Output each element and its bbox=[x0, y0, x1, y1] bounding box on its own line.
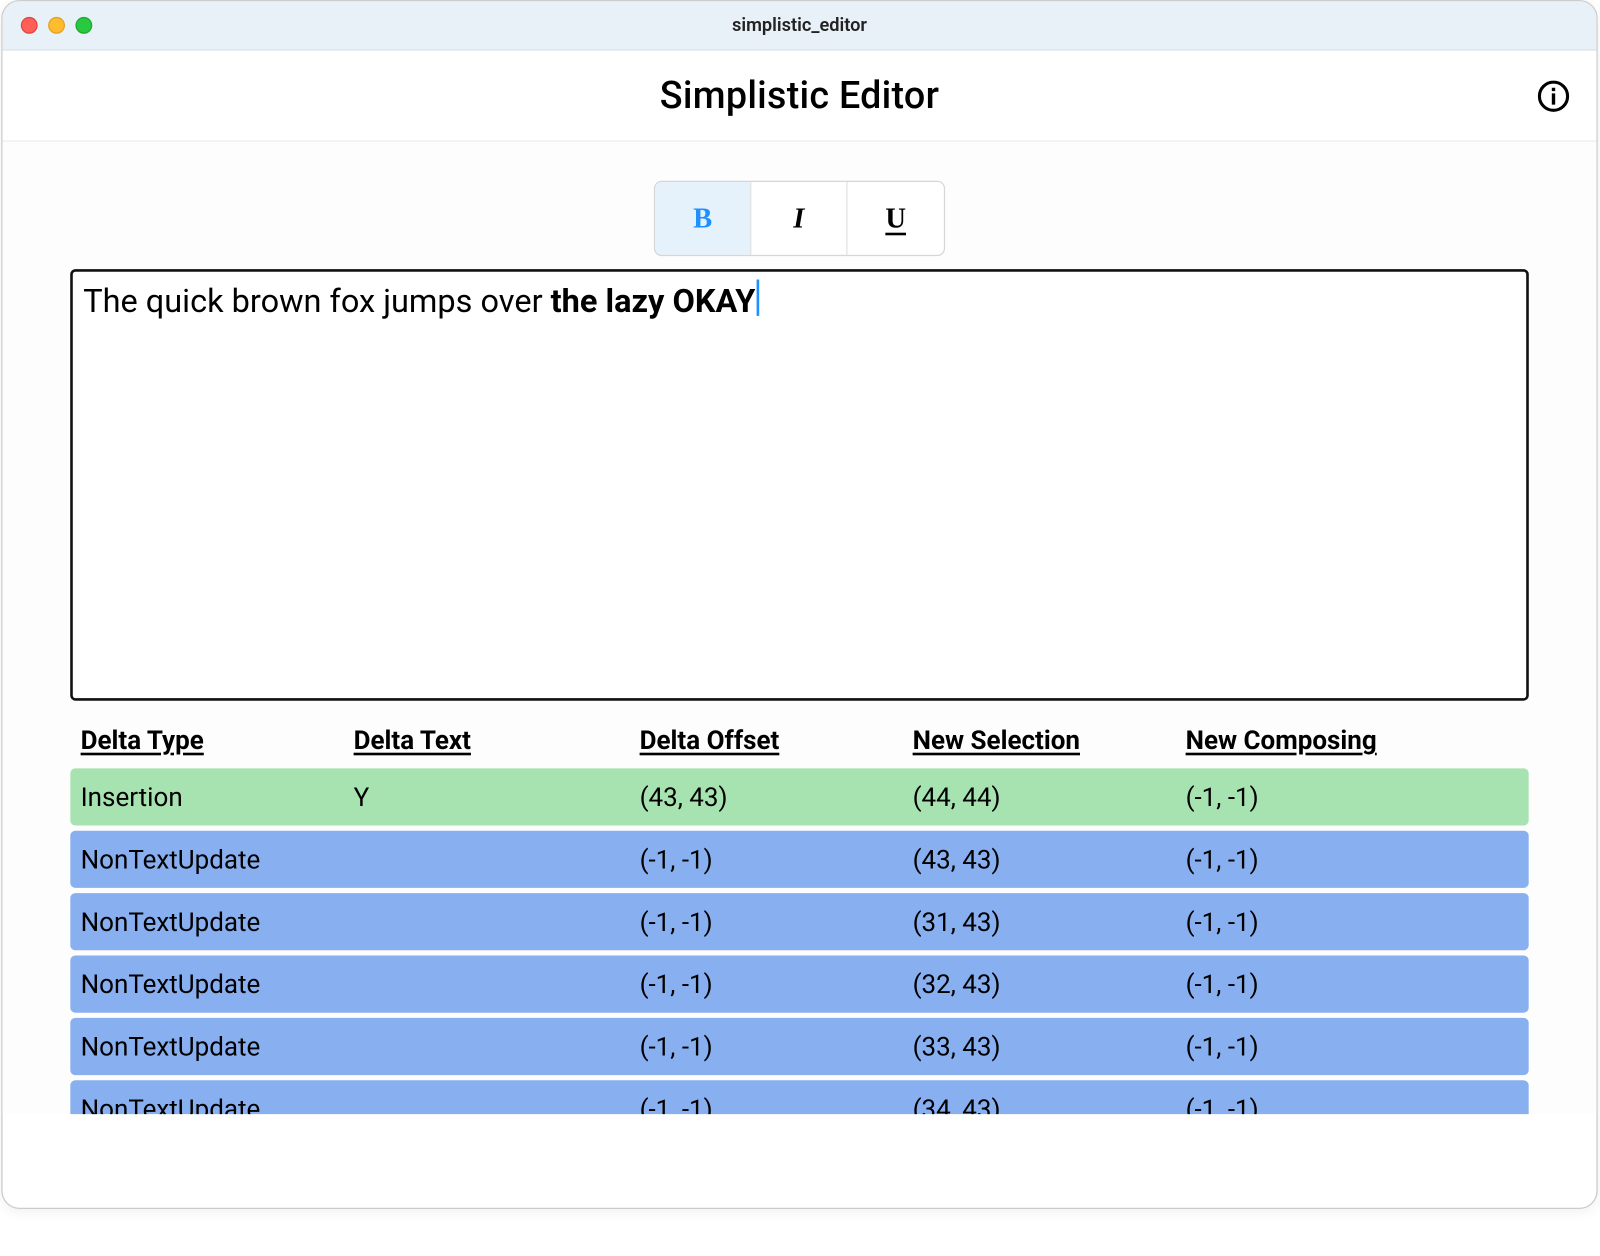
cell-delta-offset: (-1, -1) bbox=[640, 906, 913, 937]
cell-delta-text: Y bbox=[354, 781, 640, 812]
cell-new-composing: (-1, -1) bbox=[1186, 781, 1519, 812]
cell-delta-type: NonTextUpdate bbox=[81, 968, 354, 999]
table-row: NonTextUpdate (-1, -1)(32, 43)(-1, -1) bbox=[70, 955, 1529, 1012]
table-row: InsertionY(43, 43)(44, 44)(-1, -1) bbox=[70, 768, 1529, 825]
cell-new-composing: (-1, -1) bbox=[1186, 1093, 1519, 1114]
underline-button[interactable]: U bbox=[848, 182, 944, 255]
cell-new-composing: (-1, -1) bbox=[1186, 1031, 1519, 1062]
text-caret bbox=[757, 280, 760, 316]
app-header: Simplistic Editor bbox=[3, 51, 1597, 142]
cell-delta-type: NonTextUpdate bbox=[81, 1031, 354, 1062]
content-area: B I U The quick brown fox jumps over the… bbox=[3, 142, 1597, 1114]
cell-delta-text bbox=[354, 968, 640, 999]
info-button[interactable] bbox=[1534, 76, 1573, 115]
italic-icon: I bbox=[793, 202, 804, 236]
cell-delta-offset: (-1, -1) bbox=[640, 1031, 913, 1062]
cell-delta-text bbox=[354, 1093, 640, 1114]
cell-new-selection: (43, 43) bbox=[913, 844, 1186, 875]
header-new-selection: New Selection bbox=[913, 724, 1186, 755]
cell-new-selection: (33, 43) bbox=[913, 1031, 1186, 1062]
table-row: NonTextUpdate (-1, -1)(33, 43)(-1, -1) bbox=[70, 1018, 1529, 1075]
cell-new-selection: (34, 43) bbox=[913, 1093, 1186, 1114]
italic-button[interactable]: I bbox=[751, 182, 847, 255]
zoom-icon[interactable] bbox=[75, 17, 92, 34]
cell-new-composing: (-1, -1) bbox=[1186, 906, 1519, 937]
table-row: NonTextUpdate (-1, -1)(31, 43)(-1, -1) bbox=[70, 893, 1529, 950]
formatting-toolbar: B I U bbox=[70, 181, 1529, 256]
header-delta-type: Delta Type bbox=[81, 724, 354, 755]
cell-delta-type: NonTextUpdate bbox=[81, 906, 354, 937]
format-button-group: B I U bbox=[654, 181, 945, 256]
header-delta-text: Delta Text bbox=[354, 724, 640, 755]
table-body-clip: InsertionY(43, 43)(44, 44)(-1, -1)NonTex… bbox=[70, 768, 1529, 1114]
table-body: InsertionY(43, 43)(44, 44)(-1, -1)NonTex… bbox=[70, 768, 1529, 1114]
cell-delta-type: NonTextUpdate bbox=[81, 1093, 354, 1114]
text-editor[interactable]: The quick brown fox jumps over the lazy … bbox=[70, 269, 1529, 701]
table-row: NonTextUpdate (-1, -1)(43, 43)(-1, -1) bbox=[70, 831, 1529, 888]
cell-delta-offset: (-1, -1) bbox=[640, 844, 913, 875]
window-controls bbox=[3, 17, 93, 34]
underline-icon: U bbox=[885, 202, 906, 236]
cell-delta-type: NonTextUpdate bbox=[81, 844, 354, 875]
window-titlebar: simplistic_editor bbox=[3, 1, 1597, 50]
bold-icon: B bbox=[693, 202, 712, 236]
cell-delta-text bbox=[354, 1031, 640, 1062]
cell-new-selection: (32, 43) bbox=[913, 968, 1186, 999]
cell-delta-offset: (-1, -1) bbox=[640, 968, 913, 999]
cell-delta-text bbox=[354, 906, 640, 937]
window-title: simplistic_editor bbox=[3, 15, 1597, 36]
cell-new-selection: (31, 43) bbox=[913, 906, 1186, 937]
cell-delta-offset: (-1, -1) bbox=[640, 1093, 913, 1114]
header-new-composing: New Composing bbox=[1186, 724, 1519, 755]
cell-new-composing: (-1, -1) bbox=[1186, 968, 1519, 999]
editor-text-bold: the lazy OKAY bbox=[551, 283, 756, 321]
delta-table: Delta Type Delta Text Delta Offset New S… bbox=[70, 719, 1529, 1114]
page-title: Simplistic Editor bbox=[660, 73, 939, 117]
cell-delta-offset: (43, 43) bbox=[640, 781, 913, 812]
editor-text-normal: The quick brown fox jumps over bbox=[83, 283, 550, 321]
table-header-row: Delta Type Delta Text Delta Offset New S… bbox=[70, 719, 1529, 768]
close-icon[interactable] bbox=[21, 17, 38, 34]
table-row: NonTextUpdate (-1, -1)(34, 43)(-1, -1) bbox=[70, 1080, 1529, 1114]
cell-new-selection: (44, 44) bbox=[913, 781, 1186, 812]
cell-new-composing: (-1, -1) bbox=[1186, 844, 1519, 875]
header-delta-offset: Delta Offset bbox=[640, 724, 913, 755]
cell-delta-text bbox=[354, 844, 640, 875]
app-window: simplistic_editor Simplistic Editor B bbox=[1, 0, 1597, 1209]
cell-delta-type: Insertion bbox=[81, 781, 354, 812]
minimize-icon[interactable] bbox=[48, 17, 65, 34]
info-icon bbox=[1537, 79, 1571, 113]
bold-button[interactable]: B bbox=[655, 182, 751, 255]
